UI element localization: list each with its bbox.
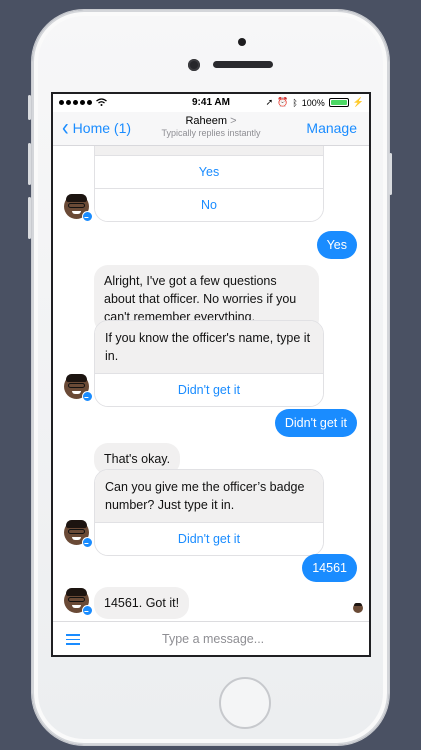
mute-switch <box>28 95 31 120</box>
quick-reply-didnt-get-it[interactable]: Didn't get it <box>95 373 323 406</box>
quick-reply-card: If you know the officer's name, type it … <box>94 320 324 407</box>
nav-bar: ‹ Home (1) Raheem > Typically replies ins… <box>53 112 369 146</box>
card-text-partial <box>95 146 323 155</box>
quick-reply-yes[interactable]: Yes <box>95 155 323 188</box>
manage-button[interactable]: Manage <box>306 120 357 136</box>
quick-reply-no[interactable]: No <box>95 188 323 221</box>
home-button[interactable] <box>219 677 271 729</box>
messenger-badge-icon <box>82 211 93 222</box>
bluetooth-icon: ᛒ <box>292 97 298 108</box>
bot-avatar[interactable] <box>64 374 93 402</box>
message-input[interactable]: Type a message... <box>162 632 264 646</box>
battery-icon <box>328 98 349 107</box>
battery-percent: 100% <box>301 97 325 108</box>
message-list[interactable]: Yes No Yes Alright, I've got a few quest… <box>53 146 369 621</box>
quick-reply-card: Can you give me the officer’s badge numb… <box>94 469 324 556</box>
composer-bar: Type a message... <box>53 621 369 655</box>
chevron-right-icon: > <box>230 115 237 127</box>
bot-avatar[interactable] <box>64 520 93 548</box>
outgoing-message: 14561 <box>302 554 357 582</box>
power-button <box>389 153 392 195</box>
quick-reply-didnt-get-it[interactable]: Didn't get it <box>95 522 323 555</box>
volume-up-button <box>28 143 31 185</box>
card-text: If you know the officer's name, type it … <box>95 321 323 373</box>
quick-reply-card: Yes No <box>94 146 324 222</box>
charging-icon: ⚡ <box>352 97 364 107</box>
bot-avatar[interactable] <box>64 588 93 616</box>
messenger-badge-icon <box>82 537 93 548</box>
front-camera <box>188 59 200 71</box>
phone-screen: 9:41 AM ➚ ⏰ ᛒ 100% ⚡ ‹ Home (1) Raheem > … <box>51 92 371 657</box>
card-text: Can you give me the officer’s badge numb… <box>95 470 323 522</box>
incoming-message: 14561. Got it! <box>94 587 190 619</box>
sensor-dot <box>238 38 246 46</box>
earpiece-speaker <box>213 61 273 68</box>
status-right: ➚ ⏰ ᛒ 100% ⚡ <box>266 97 364 108</box>
bot-avatar[interactable] <box>64 194 93 222</box>
outgoing-message: Yes <box>316 231 357 259</box>
read-receipt-avatar <box>353 603 363 613</box>
contact-name: Raheem <box>185 115 228 127</box>
messenger-badge-icon <box>82 605 93 616</box>
location-icon: ➚ <box>265 97 274 107</box>
alarm-icon: ⏰ <box>277 97 289 107</box>
messenger-badge-icon <box>82 391 93 402</box>
outgoing-message: Didn't get it <box>274 409 357 437</box>
volume-down-button <box>28 197 31 239</box>
status-bar: 9:41 AM ➚ ⏰ ᛒ 100% ⚡ <box>53 94 369 112</box>
menu-icon[interactable] <box>66 634 80 645</box>
